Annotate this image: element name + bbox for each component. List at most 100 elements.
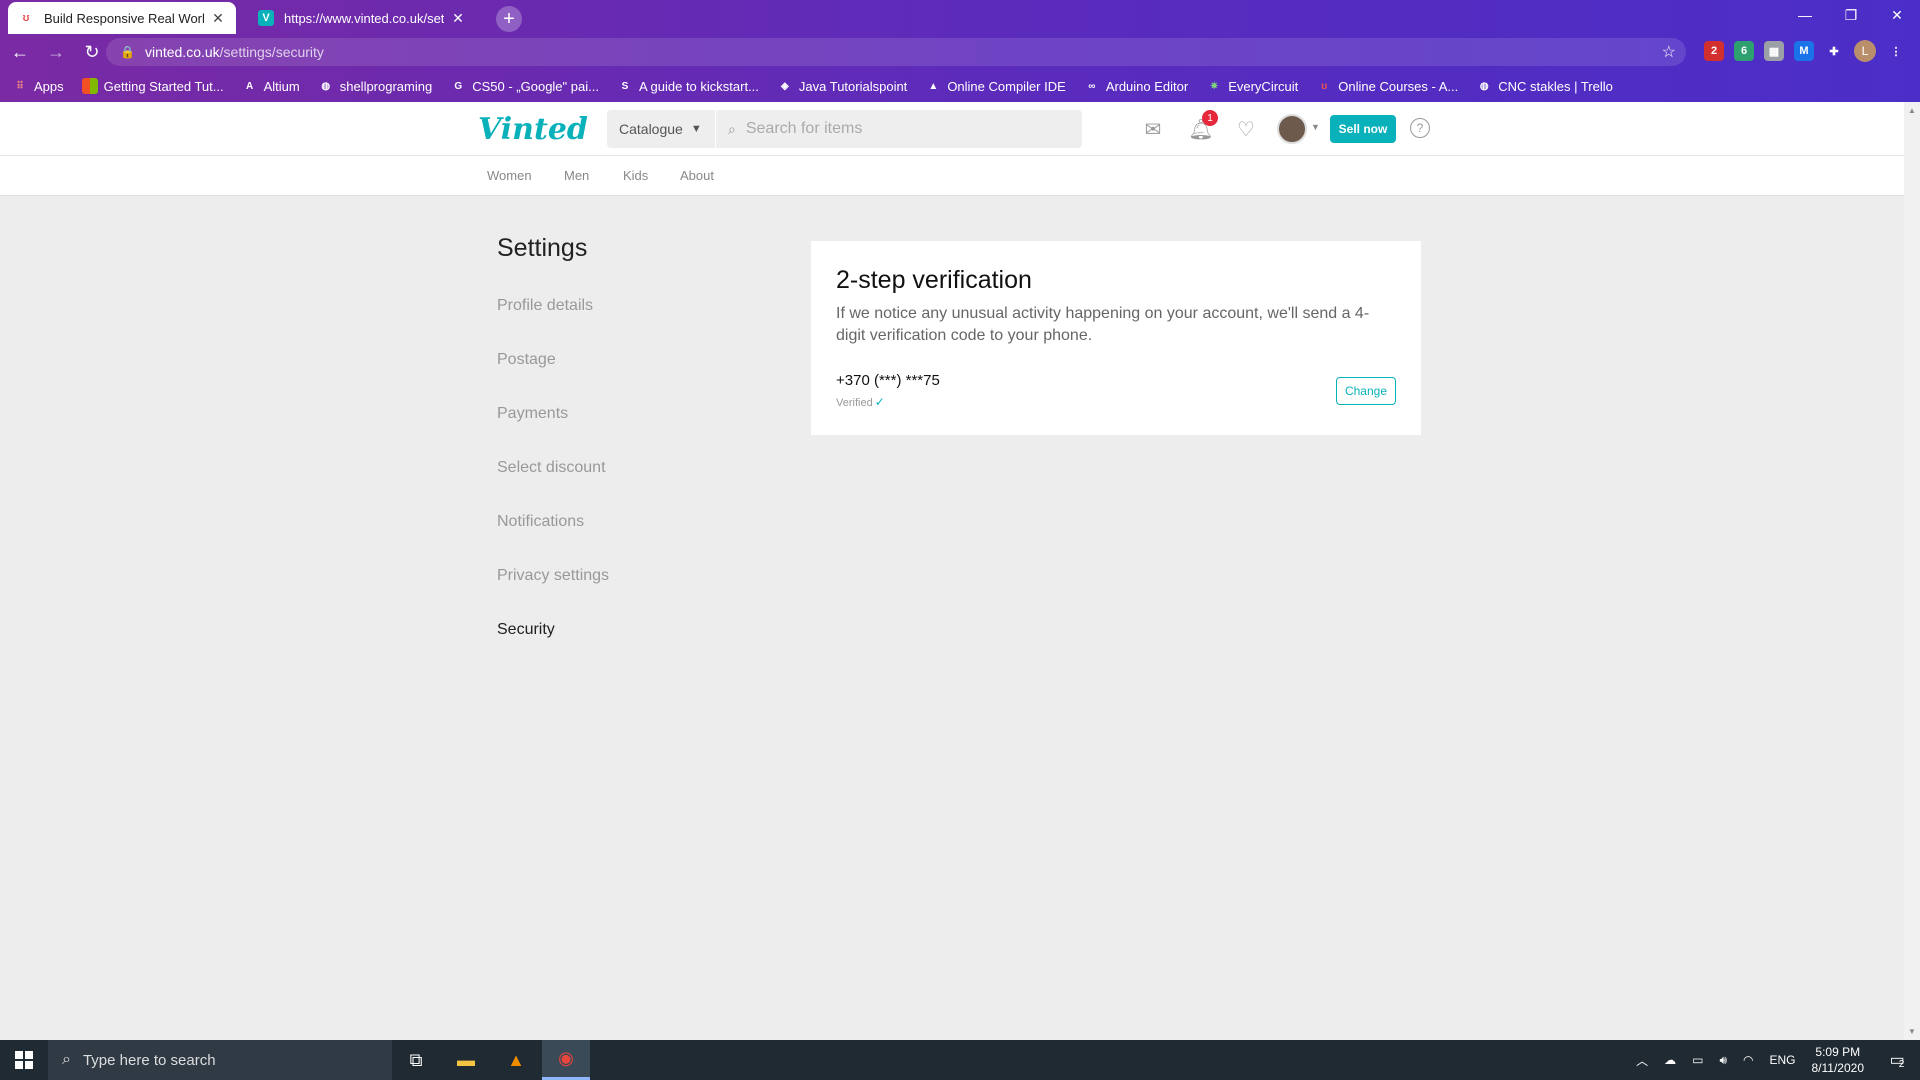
volume-icon[interactable]: 🔊︎: [1719, 1053, 1727, 1068]
battery-icon[interactable]: ▭: [1692, 1053, 1703, 1067]
bookmark-item[interactable]: ⠿ Apps: [12, 78, 64, 94]
bookmark-item[interactable]: ▲ Online Compiler IDE: [925, 78, 1066, 94]
nav-about[interactable]: About: [680, 168, 714, 183]
help-icon[interactable]: ?: [1410, 118, 1430, 138]
bookmark-label: Altium: [263, 78, 300, 94]
nav-kids[interactable]: Kids: [623, 168, 648, 183]
bookmark-label: A guide to kickstart...: [638, 78, 759, 94]
tab-vinted[interactable]: V https://www.vinted.co.uk/setting ✕: [248, 2, 476, 34]
apps-grid-icon: ⠿: [16, 80, 24, 92]
udemy-icon: ʊ: [1321, 80, 1328, 92]
url-host: vinted.co.uk: [144, 44, 220, 60]
close-window-button[interactable]: ✕: [1874, 0, 1920, 30]
bookmark-star-icon[interactable]: ☆: [1662, 42, 1676, 62]
windows-start-button[interactable]: [0, 1040, 48, 1080]
close-icon[interactable]: ✕: [450, 10, 466, 27]
bookmark-item[interactable]: G CS50 - „Google" pai...: [450, 78, 599, 94]
search-icon: ⌕: [728, 120, 736, 137]
menu-dots-icon[interactable]: ⋮: [1886, 41, 1906, 61]
chrome-icon[interactable]: ◉: [542, 1040, 590, 1080]
reload-button[interactable]: ↻: [76, 36, 108, 68]
vlc-icon[interactable]: ▲: [492, 1040, 540, 1080]
back-button[interactable]: ←: [4, 36, 36, 68]
bookmark-item[interactable]: ✷ EveryCircuit: [1206, 78, 1298, 94]
tab-build-responsive[interactable]: ʊ Build Responsive Real World Wel ✕: [8, 2, 236, 34]
inbox-icon[interactable]: ✉: [1140, 116, 1166, 142]
wifi-icon[interactable]: ◠: [1743, 1053, 1753, 1067]
close-icon[interactable]: ✕: [210, 10, 226, 27]
sidebar-item-postage[interactable]: Postage: [497, 351, 556, 369]
bookmark-item[interactable]: ◍ CNC stakles | Trello: [1476, 78, 1613, 94]
taskbar: ⌕ Type here to search ⧉ ▬ ▲ ◉ ︿ ☁ ▭ 🔊︎ ◠…: [0, 1040, 1920, 1080]
browser-chrome: ʊ Build Responsive Real World Wel ✕ V ht…: [0, 0, 1920, 102]
sidebar-item-profile-details[interactable]: Profile details: [497, 297, 593, 315]
language-indicator[interactable]: ENG: [1769, 1053, 1795, 1067]
nav-men[interactable]: Men: [564, 168, 589, 183]
google-icon: G: [454, 80, 463, 92]
vinted-logo[interactable]: Vinted: [478, 112, 588, 147]
bookmark-item[interactable]: Getting Started Tut...: [81, 78, 224, 94]
tab-title: Build Responsive Real World Wel: [44, 10, 204, 26]
nav-women[interactable]: Women: [487, 168, 532, 183]
search-input[interactable]: [745, 120, 1046, 138]
microsoft-icon: [81, 78, 98, 94]
bookmark-label: Getting Started Tut...: [103, 78, 224, 94]
action-center-button[interactable]: ▭ 2: [1884, 1048, 1910, 1072]
bookmark-item[interactable]: ◍ shellprograming: [318, 78, 433, 94]
task-view-icon[interactable]: ⧉: [392, 1040, 440, 1080]
scrollbar[interactable]: ▲ ▼: [1904, 102, 1920, 1040]
verified-label: Verified: [836, 397, 873, 409]
address-bar[interactable]: 🔒 vinted.co.uk/settings/security ☆: [106, 38, 1686, 66]
bookmark-item[interactable]: ∞ Arduino Editor: [1084, 78, 1188, 94]
bookmark-label: Apps: [34, 78, 64, 94]
file-explorer-icon[interactable]: ▬: [442, 1040, 490, 1080]
bookmark-label: Java Tutorialspoint: [798, 78, 908, 94]
globe-icon: ◍: [321, 80, 331, 92]
sidebar-item-privacy-settings[interactable]: Privacy settings: [497, 567, 609, 585]
new-tab-button[interactable]: +: [496, 6, 522, 32]
puzzle-icon[interactable]: ✚: [1824, 41, 1844, 61]
restore-button[interactable]: ❐: [1828, 0, 1874, 30]
sell-now-button[interactable]: Sell now: [1330, 115, 1396, 143]
bookmarks-bar: ⠿ Apps Getting Started Tut... A Altium ◍ sh…: [0, 72, 1920, 100]
check-icon: ✓: [874, 395, 885, 409]
scroll-down-icon[interactable]: ▼: [1908, 1027, 1916, 1036]
change-phone-button[interactable]: Change: [1336, 377, 1396, 405]
phone-number: +370 (***) ***75: [836, 372, 940, 389]
minimize-button[interactable]: —: [1782, 0, 1828, 30]
extension-icon[interactable]: ▦: [1764, 41, 1784, 61]
bookmark-label: shellprograming: [339, 78, 433, 94]
extension-badge-icon[interactable]: 2: [1704, 41, 1724, 61]
forward-button[interactable]: →: [40, 36, 72, 68]
caret-down-icon[interactable]: ▼: [1311, 122, 1320, 132]
scroll-up-icon[interactable]: ▲: [1908, 106, 1916, 115]
system-tray: ︿ ☁ ▭ 🔊︎ ◠ ENG 5:09 PM 8/11/2020: [1636, 1040, 1864, 1080]
bookmark-item[interactable]: ʊ Online Courses - A...: [1316, 78, 1458, 94]
extension-m-icon[interactable]: M: [1794, 41, 1814, 61]
catalogue-dropdown[interactable]: Catalogue ▼: [607, 110, 715, 148]
bookmark-label: EveryCircuit: [1228, 78, 1299, 94]
chevron-up-icon[interactable]: ︿: [1636, 1052, 1648, 1069]
browser-profile-avatar[interactable]: L: [1854, 40, 1876, 62]
bookmark-label: CNC stakles | Trello: [1498, 78, 1613, 94]
sidebar-item-payments[interactable]: Payments: [497, 405, 568, 423]
notification-badge: 1: [1202, 110, 1218, 126]
taskbar-search[interactable]: ⌕ Type here to search: [48, 1040, 392, 1080]
sidebar-item-notifications[interactable]: Notifications: [497, 513, 584, 531]
sidebar-item-select-discount[interactable]: Select discount: [497, 459, 606, 477]
taskbar-search-placeholder: Type here to search: [82, 1051, 216, 1069]
bookmark-label: Online Compiler IDE: [947, 78, 1066, 94]
avatar[interactable]: [1277, 114, 1307, 144]
bookmark-item[interactable]: ◈ Java Tutorialspoint: [777, 78, 907, 94]
sidebar-item-security[interactable]: Security: [497, 621, 555, 639]
category-nav: Women Men Kids About: [0, 156, 1904, 196]
extensions-area: 2 6 ▦ M ✚ L ⋮: [1704, 40, 1906, 62]
onedrive-icon[interactable]: ☁: [1664, 1053, 1676, 1067]
card-description: If we notice any unusual activity happen…: [836, 305, 1370, 344]
extension-badge-icon[interactable]: 6: [1734, 41, 1754, 61]
heart-icon[interactable]: ♡: [1233, 116, 1259, 142]
bookmark-item[interactable]: S A guide to kickstart...: [617, 78, 759, 94]
bookmark-item[interactable]: A Altium: [242, 78, 300, 94]
lock-icon: 🔒: [120, 45, 135, 59]
clock[interactable]: 5:09 PM 8/11/2020: [1812, 1044, 1865, 1076]
